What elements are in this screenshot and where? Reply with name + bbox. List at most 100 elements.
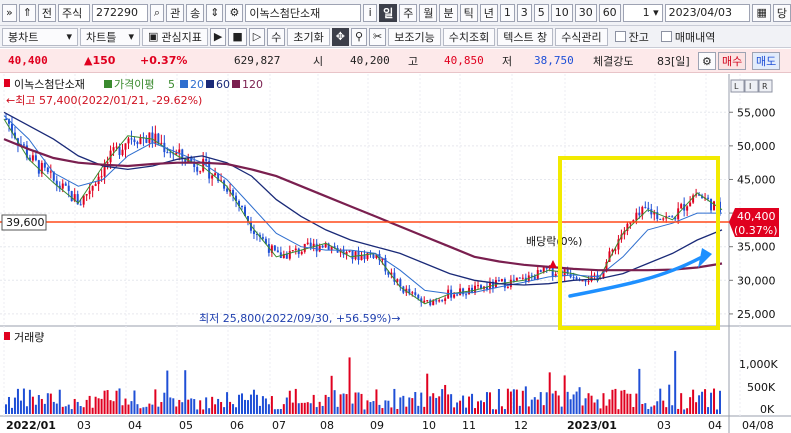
candle-body bbox=[435, 300, 438, 302]
sell-button[interactable]: 매도 bbox=[752, 52, 781, 70]
candle-body bbox=[444, 298, 447, 302]
volume-bar bbox=[566, 391, 569, 414]
price-tick-label: 30,000 bbox=[737, 274, 776, 287]
chart-frame-button[interactable]: 차트틀 ▾ bbox=[80, 27, 140, 46]
price-chart[interactable]: 25,00030,00035,00040,00045,00050,00055,0… bbox=[0, 74, 791, 433]
volume-bar bbox=[243, 399, 246, 414]
volume-bar bbox=[40, 398, 43, 414]
candle-body bbox=[85, 194, 88, 196]
balance-checkbox[interactable] bbox=[614, 31, 626, 42]
minute-1-button[interactable]: 1 bbox=[499, 3, 515, 22]
low-label: 저 bbox=[502, 54, 513, 68]
period-tick-button[interactable]: 틱 bbox=[459, 3, 478, 22]
volume-bar bbox=[61, 406, 64, 414]
time-tick-label: 09 bbox=[370, 419, 384, 432]
numeric-button[interactable]: 수 bbox=[267, 27, 286, 46]
candle-body bbox=[124, 143, 127, 150]
volume-bar bbox=[58, 389, 61, 414]
volume-tick-500k: 500K bbox=[747, 381, 776, 394]
reset-button[interactable]: 초기화 bbox=[287, 27, 330, 46]
market-select[interactable]: 주식 bbox=[58, 3, 90, 22]
stepper-icon[interactable]: ⇕ bbox=[206, 3, 224, 22]
collapse-button[interactable]: » bbox=[2, 3, 17, 22]
date-input[interactable]: 2023/04/03 bbox=[664, 3, 751, 22]
text-window-button[interactable]: 텍스트 창 bbox=[497, 27, 554, 46]
volume-bar bbox=[626, 393, 629, 414]
volume-bar bbox=[279, 409, 282, 414]
minute-10-button[interactable]: 10 bbox=[550, 3, 573, 22]
indicator-button[interactable]: ▣ 관심지표 bbox=[142, 27, 208, 46]
formula-button[interactable]: 수식관리 bbox=[555, 27, 608, 46]
volume-bar bbox=[542, 405, 545, 414]
candle-body bbox=[309, 242, 312, 247]
volume-tick-0k: 0K bbox=[760, 403, 775, 416]
volume-bar bbox=[599, 408, 602, 414]
axis-mode-i-button[interactable] bbox=[744, 79, 759, 93]
period-day-button[interactable]: 일 bbox=[379, 3, 398, 22]
candle-body bbox=[202, 158, 205, 172]
axis-mode-buttons[interactable]: L I R bbox=[730, 79, 773, 93]
trade-history-checkbox[interactable] bbox=[660, 31, 672, 42]
period-month-button[interactable]: 월 bbox=[419, 3, 438, 22]
period-minute-button[interactable]: 분 bbox=[439, 3, 458, 22]
candle-body bbox=[644, 206, 647, 208]
stock-code-input[interactable]: 272290 bbox=[91, 3, 148, 22]
candle-body bbox=[647, 207, 650, 210]
stop-icon[interactable]: ■ bbox=[228, 27, 247, 46]
chart-area[interactable]: 25,00030,00035,00040,00045,00050,00055,0… bbox=[0, 74, 791, 433]
candle-body bbox=[686, 206, 689, 211]
volume-bar bbox=[494, 409, 497, 414]
candle-body bbox=[303, 243, 306, 252]
info-button[interactable]: i bbox=[363, 3, 378, 22]
scissors-icon[interactable]: ✂ bbox=[369, 27, 387, 46]
candle-body bbox=[31, 155, 34, 161]
volume-bar bbox=[190, 398, 193, 414]
balance-toggle[interactable]: 잔고 bbox=[610, 28, 654, 46]
candle-body bbox=[261, 237, 264, 239]
volume-bar bbox=[43, 403, 46, 414]
interest-button[interactable]: 관 bbox=[166, 3, 185, 22]
send-button[interactable]: 송 bbox=[186, 3, 205, 22]
minute-3-button[interactable]: 3 bbox=[516, 3, 532, 22]
play-icon[interactable]: ▶ bbox=[209, 27, 227, 46]
period-year-button[interactable]: 년 bbox=[479, 3, 498, 22]
count-stepper[interactable]: 1 ▾ bbox=[622, 3, 663, 22]
candle-body bbox=[130, 138, 133, 140]
volume-bar bbox=[500, 406, 503, 414]
current-button[interactable]: 당 bbox=[772, 3, 791, 22]
prev-code-button[interactable]: 전 bbox=[37, 3, 57, 22]
trade-history-toggle[interactable]: 매매내역 bbox=[656, 28, 720, 46]
value-lookup-button[interactable]: 수치조회 bbox=[442, 27, 496, 46]
period-week-button[interactable]: 주 bbox=[399, 3, 418, 22]
buy-button[interactable]: 매수 bbox=[718, 52, 747, 70]
legend-ma-label: 가격이평 bbox=[114, 78, 154, 91]
minute-5-button[interactable]: 5 bbox=[533, 3, 549, 22]
move-cursor-icon[interactable]: ✥ bbox=[331, 27, 349, 46]
minute-30-button[interactable]: 30 bbox=[574, 3, 597, 22]
candle-body bbox=[354, 251, 357, 260]
volume-bar bbox=[515, 389, 518, 414]
aux-function-button[interactable]: 보조기능 bbox=[388, 27, 441, 46]
volume-bar bbox=[617, 409, 620, 414]
minute-60-button[interactable]: 60 bbox=[598, 3, 621, 22]
volume-bar bbox=[491, 409, 494, 414]
volume-value: 629,827 bbox=[234, 54, 281, 67]
chart-settings-icon[interactable]: ⚙ bbox=[698, 52, 716, 70]
volume-bar bbox=[620, 390, 623, 414]
volume-bar bbox=[46, 393, 49, 414]
volume-bar bbox=[154, 389, 157, 414]
candle-chart-button[interactable]: 봉차트 ▾ bbox=[2, 27, 78, 46]
candle-body bbox=[438, 300, 441, 302]
volume-bar bbox=[199, 400, 202, 414]
volume-bar bbox=[653, 405, 656, 414]
search-icon[interactable]: ⌕ bbox=[149, 3, 165, 22]
next-icon[interactable]: ▷ bbox=[248, 27, 266, 46]
pin-icon[interactable]: ⚲ bbox=[350, 27, 368, 46]
calendar-icon[interactable]: ▦ bbox=[752, 3, 771, 22]
volume-bar bbox=[267, 404, 270, 414]
volume-bar bbox=[300, 402, 303, 414]
stock-name-field[interactable]: 이녹스첨단소재 bbox=[245, 3, 362, 22]
settings-icon[interactable]: ⚙ bbox=[225, 3, 244, 22]
volume-bar bbox=[211, 396, 214, 414]
expand-up-button[interactable]: ⇑ bbox=[18, 3, 36, 22]
